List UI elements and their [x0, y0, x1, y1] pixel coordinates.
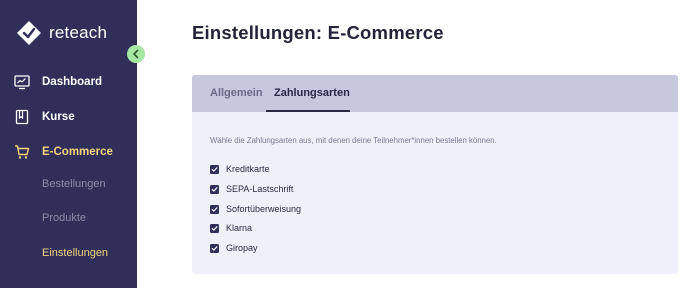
tab-allgemein[interactable]: Allgemein	[210, 87, 263, 99]
payment-option-label: SEPA-Lastschrift	[226, 184, 294, 194]
sidebar-item-dashboard[interactable]: Dashboard	[0, 73, 137, 91]
page-title: Einstellungen: E-Commerce	[192, 22, 444, 43]
monitor-chart-icon	[14, 75, 30, 90]
book-icon	[15, 109, 29, 125]
reteach-logo-icon	[17, 21, 41, 45]
sidebar-subitem-einstellungen[interactable]: Einstellungen	[0, 245, 137, 261]
tab-bar: Allgemein Zahlungsarten	[192, 75, 678, 112]
checkmark-icon	[211, 245, 218, 251]
payment-option-label: Kreditkarte	[226, 164, 270, 174]
tab-zahlungsarten[interactable]: Zahlungsarten	[274, 87, 350, 99]
sidebar-item-kurse[interactable]: Kurse	[0, 108, 137, 126]
payment-option-giropay[interactable]: Giropay	[210, 243, 258, 253]
payment-option-sofortueberweisung[interactable]: Sofortüberweisung	[210, 204, 301, 214]
sidebar-item-label: Kurse	[42, 111, 75, 123]
collapse-sidebar-button[interactable]	[127, 45, 145, 63]
payment-option-sepa-lastschrift[interactable]: SEPA-Lastschrift	[210, 184, 293, 194]
payment-option-kreditkarte[interactable]: Kreditkarte	[210, 164, 270, 174]
checkbox[interactable]	[210, 243, 219, 253]
checkmark-icon	[211, 166, 218, 172]
payment-option-label: Sofortüberweisung	[226, 204, 302, 214]
sidebar-subitem-label: Produkte	[42, 212, 87, 224]
checkbox[interactable]	[210, 164, 219, 174]
logo[interactable]: reteach	[16, 20, 107, 46]
chevron-left-icon	[133, 49, 139, 59]
payment-option-label: Giropay	[226, 243, 258, 253]
active-tab-indicator	[266, 110, 350, 112]
sidebar-subitem-produkte[interactable]: Produkte	[0, 210, 137, 226]
sidebar-item-label: Dashboard	[42, 76, 103, 88]
sidebar: reteach Dashboard Kurse E-Commerce Beste…	[0, 0, 137, 288]
checkbox[interactable]	[210, 184, 219, 194]
payment-option-klarna[interactable]: Klarna	[210, 223, 252, 233]
sidebar-subitem-label: Einstellungen	[42, 247, 109, 259]
settings-card: Allgemein Zahlungsarten Wähle die Zahlun…	[192, 75, 678, 274]
sidebar-subitem-label: Bestellungen	[42, 178, 106, 190]
payment-option-label: Klarna	[226, 223, 253, 233]
shopping-cart-icon	[15, 145, 30, 159]
payment-description: Wähle die Zahlungsarten aus, mit denen d…	[210, 136, 497, 145]
sidebar-item-label: E-Commerce	[42, 146, 113, 158]
checkbox[interactable]	[210, 204, 219, 214]
checkmark-icon	[211, 186, 218, 192]
checkbox[interactable]	[210, 223, 219, 233]
sidebar-subitem-bestellungen[interactable]: Bestellungen	[0, 176, 137, 192]
checkmark-icon	[211, 206, 218, 212]
logo-text: reteach	[49, 23, 108, 42]
checkmark-icon	[211, 225, 218, 231]
sidebar-item-e-commerce[interactable]: E-Commerce	[0, 143, 137, 161]
